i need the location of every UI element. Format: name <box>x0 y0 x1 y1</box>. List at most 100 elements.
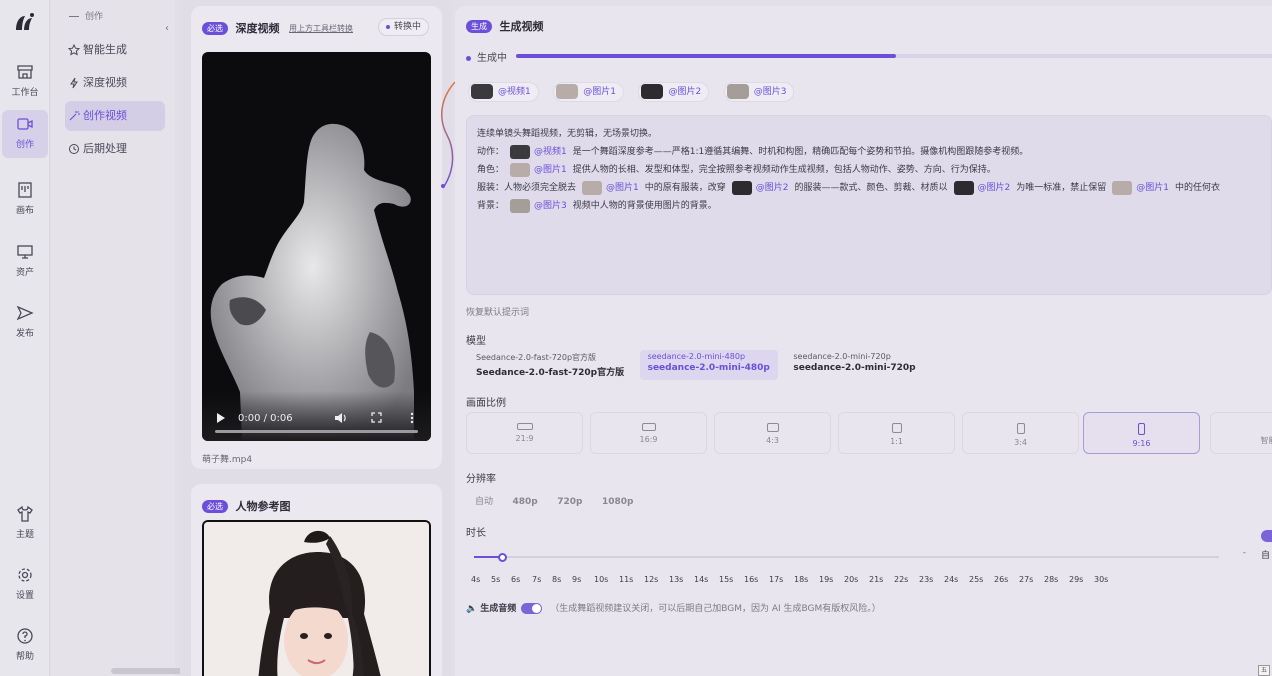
nav-item-publish[interactable]: 发布 <box>0 299 50 343</box>
duration-tick[interactable]: 27s <box>1019 575 1033 584</box>
subnav-item-label: 后期处理 <box>83 142 127 155</box>
ref-chip-image1[interactable]: @图片1 <box>553 82 624 102</box>
ref-chip-image3[interactable]: @图片3 <box>723 82 795 102</box>
duration-tick[interactable]: 23s <box>919 575 933 584</box>
nav-item-assets[interactable]: 资产 <box>0 238 50 282</box>
help-circle-icon <box>17 628 33 644</box>
ratio-option-4-3[interactable]: 4:3 <box>714 412 831 454</box>
more-options-icon[interactable] <box>410 412 414 424</box>
collapse-sidebar-icon[interactable]: ‹ <box>165 22 177 36</box>
duration-tick[interactable]: 26s <box>994 575 1008 584</box>
ratio-option-21-9[interactable]: 21:9 <box>466 412 583 454</box>
wand-icon <box>69 111 80 121</box>
nav-item-label: 创作 <box>15 140 34 150</box>
monitor-icon <box>17 245 33 259</box>
ratio-option-1-1[interactable]: 1:1 <box>838 412 955 454</box>
duration-tick[interactable]: 9s <box>572 575 581 584</box>
corner-widget-icon[interactable]: 五 <box>1258 665 1270 676</box>
nav-item-settings[interactable]: 设置 <box>0 561 50 605</box>
video-time: 0:00 / 0:06 <box>238 413 293 424</box>
ratio-option-smart[interactable]: 智能 <box>1210 412 1272 454</box>
toolbar-convert-link[interactable]: 用上方工具栏转换 <box>289 24 353 33</box>
fullscreen-icon[interactable] <box>371 412 382 423</box>
video-filename: 萌子舞.mp4 <box>202 455 253 465</box>
audio-toggle-switch[interactable] <box>521 603 543 614</box>
duration-tick[interactable]: 18s <box>794 575 808 584</box>
resolution-section-label: 分辨率 <box>466 474 496 485</box>
duration-tick[interactable]: 13s <box>669 575 683 584</box>
resolution-options: 自动 480p 720p 1080p <box>466 494 640 507</box>
resolution-option-1080p[interactable]: 1080p <box>602 497 634 507</box>
app-logo-icon[interactable] <box>13 12 37 34</box>
subnav-item-depth-video[interactable]: 深度视频 <box>65 68 165 98</box>
duration-tick[interactable]: 21s <box>869 575 883 584</box>
nav-item-label: 主题 <box>15 530 34 540</box>
depth-video-player[interactable]: 0:00 / 0:06 <box>202 52 431 441</box>
subnav-item-label: 智能生成 <box>83 43 127 56</box>
duration-auto-label[interactable]: 自 <box>1261 548 1270 561</box>
ref-chip-image2[interactable]: @图片2 <box>638 82 710 102</box>
progress-label: 生成中 <box>466 53 507 64</box>
duration-tick[interactable]: 4s <box>471 575 480 584</box>
duration-tick[interactable]: 28s <box>1044 575 1058 584</box>
subnav-item-post-processing[interactable]: 后期处理 <box>65 134 165 164</box>
model-option-fast-720p[interactable]: Seedance-2.0-fast-720p官方版 Seedance-2.0-fa… <box>468 350 632 380</box>
slider-handle[interactable] <box>498 553 507 562</box>
prompt-textarea[interactable]: 连续单镜头舞蹈视频，无剪辑，无场景切换。 动作： @视频1 是一个舞蹈深度参考——严… <box>466 115 1272 295</box>
ratio-option-9-16[interactable]: 9:16 <box>1083 412 1200 454</box>
required-tag: 必选 <box>202 21 228 35</box>
duration-tick[interactable]: 17s <box>769 575 783 584</box>
duration-tick[interactable]: 22s <box>894 575 908 584</box>
ref-thumbnail <box>582 180 603 195</box>
duration-tick[interactable]: 30s <box>1094 575 1108 584</box>
model-option-mini-480p[interactable]: seedance-2.0-mini-480p seedance-2.0-mini-… <box>639 350 778 380</box>
duration-tick[interactable]: 24s <box>944 575 958 584</box>
duration-tick[interactable]: 15s <box>719 575 733 584</box>
progress-fill <box>516 54 896 58</box>
nav-item-theme[interactable]: 主题 <box>0 500 50 544</box>
ref-thumbnail <box>471 84 493 99</box>
duration-tick[interactable]: 25s <box>969 575 983 584</box>
duration-tick[interactable]: 29s <box>1069 575 1083 584</box>
duration-tick[interactable]: 11s <box>619 575 633 584</box>
duration-tick[interactable]: 12s <box>644 575 658 584</box>
nav-item-help[interactable]: 帮助 <box>0 622 50 666</box>
prompt-line: 角色： @图片1 提供人物的长相、发型和体型，完全按照参考视频动作生成视频，包括人物… <box>477 161 1261 179</box>
duration-tick[interactable]: 20s <box>844 575 858 584</box>
duration-tick[interactable]: 16s <box>744 575 758 584</box>
duration-tick[interactable]: 14s <box>694 575 708 584</box>
play-icon[interactable] <box>216 412 226 424</box>
ratio-option-16-9[interactable]: 16:9 <box>590 412 707 454</box>
prompt-line: 动作： @视频1 是一个舞蹈深度参考——严格1:1遵循其编舞、时机和构图，精确匹配每… <box>477 143 1261 161</box>
duration-tick[interactable]: 19s <box>819 575 833 584</box>
card-header: 必选 人物参考图 <box>202 498 437 514</box>
reset-prompt-link[interactable]: 恢复默认提示词 <box>466 305 529 318</box>
subnav-item-smart-generate[interactable]: 智能生成 <box>65 35 165 65</box>
ratio-option-3-4[interactable]: 3:4 <box>962 412 1079 454</box>
model-option-mini-720p[interactable]: seedance-2.0-mini-720p seedance-2.0-mini-… <box>785 350 923 380</box>
resolution-option-720p[interactable]: 720p <box>557 497 582 507</box>
person-reference-image[interactable] <box>202 520 431 676</box>
star-icon <box>68 44 80 56</box>
portrait-illustration <box>204 522 429 676</box>
nav-item-canvas[interactable]: 画布 <box>0 176 50 220</box>
duration-tick[interactable]: 8s <box>552 575 561 584</box>
ref-thumbnail <box>510 198 531 213</box>
duration-mode-toggle[interactable] <box>1261 530 1272 542</box>
volume-icon[interactable] <box>334 412 347 424</box>
resolution-option-auto[interactable]: 自动 <box>475 494 493 507</box>
subnav-item-create-video[interactable]: 创作视频 <box>65 101 165 131</box>
duration-slider[interactable] <box>474 553 1219 562</box>
ref-chip-video1[interactable]: @视频1 <box>468 82 539 102</box>
video-controls: 0:00 / 0:06 <box>202 391 431 441</box>
duration-tick[interactable]: 7s <box>532 575 541 584</box>
resolution-option-480p[interactable]: 480p <box>513 497 538 507</box>
duration-tick[interactable]: 5s <box>491 575 500 584</box>
prompt-line: 服装：人物必须完全脱去 @图片1 中的原有服装，改穿 @图片2 的服装——款式、颜色、剪… <box>477 179 1261 197</box>
ref-thumbnail <box>510 162 531 177</box>
nav-item-workbench[interactable]: 工作台 <box>0 58 50 102</box>
nav-item-create[interactable]: 创作 <box>2 110 48 158</box>
duration-tick[interactable]: 10s <box>594 575 608 584</box>
duration-tick[interactable]: 6s <box>511 575 520 584</box>
video-progress-bar[interactable] <box>215 430 418 433</box>
